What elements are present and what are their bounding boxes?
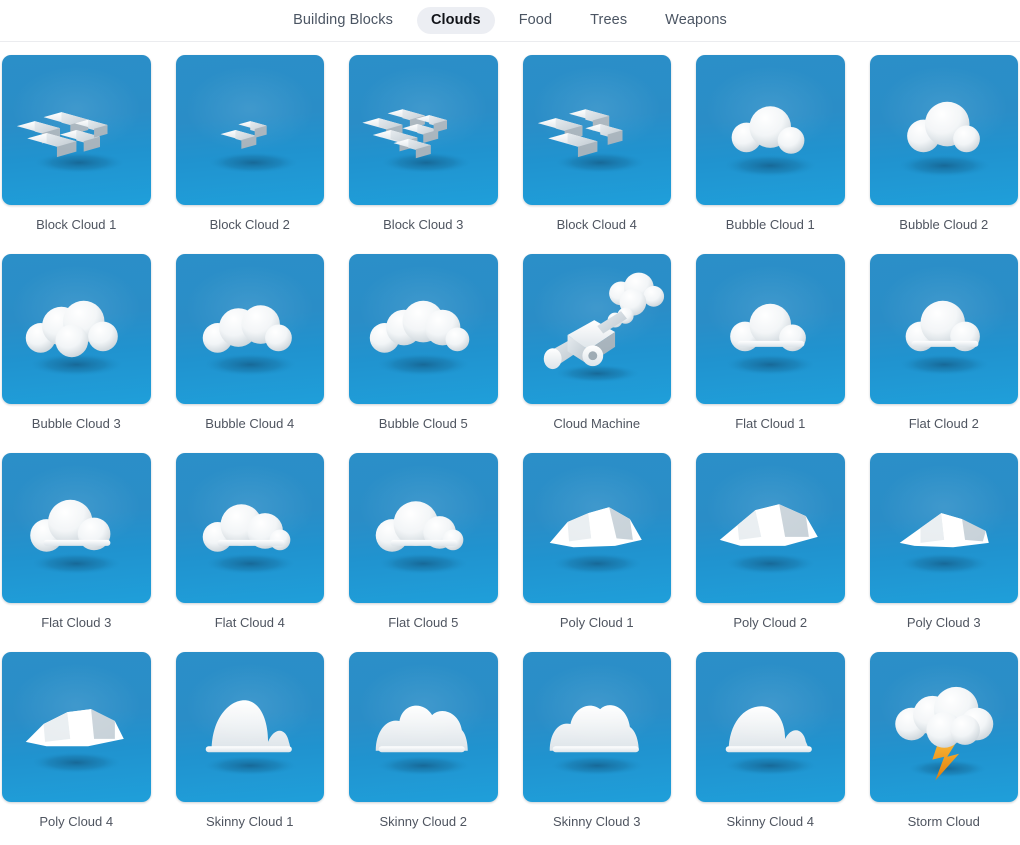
asset-label: Flat Cloud 3 <box>2 603 151 652</box>
asset-label: Block Cloud 1 <box>2 205 151 254</box>
asset-label: Storm Cloud <box>870 802 1019 845</box>
asset-card[interactable]: Flat Cloud 3 <box>2 453 151 652</box>
block-cloud-1-thumbnail[interactable] <box>2 55 151 205</box>
flat-cloud-4-thumbnail[interactable] <box>176 453 325 603</box>
skinny-cloud-4-thumbnail[interactable] <box>696 652 845 802</box>
bubble-cloud-4-thumbnail[interactable] <box>176 254 325 404</box>
asset-label: Bubble Cloud 4 <box>176 404 325 453</box>
poly-cloud-4-thumbnail[interactable] <box>2 652 151 802</box>
asset-label: Poly Cloud 3 <box>870 603 1019 652</box>
asset-label: Flat Cloud 1 <box>696 404 845 453</box>
tab-weapons[interactable]: Weapons <box>651 7 741 34</box>
tab-building-blocks[interactable]: Building Blocks <box>279 7 407 34</box>
asset-label: Bubble Cloud 5 <box>349 404 498 453</box>
skinny-cloud-3-thumbnail[interactable] <box>523 652 672 802</box>
asset-label: Skinny Cloud 4 <box>696 802 845 845</box>
asset-card[interactable]: Poly Cloud 1 <box>523 453 672 652</box>
asset-card[interactable]: Cloud Machine <box>523 254 672 453</box>
storm-cloud-thumbnail[interactable] <box>870 652 1019 802</box>
asset-label: Block Cloud 3 <box>349 205 498 254</box>
asset-card[interactable]: Bubble Cloud 5 <box>349 254 498 453</box>
cloud-machine-thumbnail[interactable] <box>523 254 672 404</box>
bubble-cloud-3-thumbnail[interactable] <box>2 254 151 404</box>
asset-card[interactable]: Flat Cloud 5 <box>349 453 498 652</box>
block-cloud-3-thumbnail[interactable] <box>349 55 498 205</box>
asset-label: Skinny Cloud 1 <box>176 802 325 845</box>
skinny-cloud-2-thumbnail[interactable] <box>349 652 498 802</box>
asset-card[interactable]: Block Cloud 1 <box>2 55 151 254</box>
asset-label: Poly Cloud 4 <box>2 802 151 845</box>
asset-card[interactable]: Skinny Cloud 1 <box>176 652 325 845</box>
bubble-cloud-2-thumbnail[interactable] <box>870 55 1019 205</box>
asset-card[interactable]: Block Cloud 3 <box>349 55 498 254</box>
asset-card[interactable]: Skinny Cloud 4 <box>696 652 845 845</box>
asset-card[interactable]: Poly Cloud 2 <box>696 453 845 652</box>
asset-card[interactable]: Block Cloud 4 <box>523 55 672 254</box>
asset-label: Bubble Cloud 3 <box>2 404 151 453</box>
tab-clouds[interactable]: Clouds <box>417 7 495 34</box>
bubble-cloud-5-thumbnail[interactable] <box>349 254 498 404</box>
asset-label: Bubble Cloud 2 <box>870 205 1019 254</box>
poly-cloud-1-thumbnail[interactable] <box>523 453 672 603</box>
tab-trees[interactable]: Trees <box>576 7 641 34</box>
tab-food[interactable]: Food <box>505 7 566 34</box>
asset-card[interactable]: Bubble Cloud 1 <box>696 55 845 254</box>
asset-label: Skinny Cloud 3 <box>523 802 672 845</box>
asset-label: Poly Cloud 1 <box>523 603 672 652</box>
asset-label: Flat Cloud 5 <box>349 603 498 652</box>
asset-label: Block Cloud 4 <box>523 205 672 254</box>
asset-card[interactable]: Flat Cloud 4 <box>176 453 325 652</box>
asset-card[interactable]: Poly Cloud 4 <box>2 652 151 845</box>
block-cloud-4-thumbnail[interactable] <box>523 55 672 205</box>
flat-cloud-1-thumbnail[interactable] <box>696 254 845 404</box>
asset-label: Flat Cloud 4 <box>176 603 325 652</box>
asset-label: Block Cloud 2 <box>176 205 325 254</box>
bubble-cloud-1-thumbnail[interactable] <box>696 55 845 205</box>
category-tab-bar[interactable]: Building Blocks Clouds Food Trees Weapons <box>0 0 1020 42</box>
asset-card[interactable]: Bubble Cloud 2 <box>870 55 1019 254</box>
asset-label: Bubble Cloud 1 <box>696 205 845 254</box>
asset-card[interactable]: Skinny Cloud 3 <box>523 652 672 845</box>
asset-grid: Block Cloud 1 Block Cloud 2 Block Cloud 3 B… <box>0 42 1020 845</box>
asset-label: Poly Cloud 2 <box>696 603 845 652</box>
asset-card[interactable]: Storm Cloud <box>870 652 1019 845</box>
flat-cloud-5-thumbnail[interactable] <box>349 453 498 603</box>
asset-card[interactable]: Bubble Cloud 3 <box>2 254 151 453</box>
asset-card[interactable]: Flat Cloud 2 <box>870 254 1019 453</box>
flat-cloud-3-thumbnail[interactable] <box>2 453 151 603</box>
asset-label: Flat Cloud 2 <box>870 404 1019 453</box>
asset-card[interactable]: Bubble Cloud 4 <box>176 254 325 453</box>
asset-card[interactable]: Block Cloud 2 <box>176 55 325 254</box>
poly-cloud-2-thumbnail[interactable] <box>696 453 845 603</box>
block-cloud-2-thumbnail[interactable] <box>176 55 325 205</box>
asset-card[interactable]: Flat Cloud 1 <box>696 254 845 453</box>
skinny-cloud-1-thumbnail[interactable] <box>176 652 325 802</box>
poly-cloud-3-thumbnail[interactable] <box>870 453 1019 603</box>
asset-card[interactable]: Skinny Cloud 2 <box>349 652 498 845</box>
asset-label: Cloud Machine <box>523 404 672 453</box>
asset-card[interactable]: Poly Cloud 3 <box>870 453 1019 652</box>
flat-cloud-2-thumbnail[interactable] <box>870 254 1019 404</box>
asset-label: Skinny Cloud 2 <box>349 802 498 845</box>
